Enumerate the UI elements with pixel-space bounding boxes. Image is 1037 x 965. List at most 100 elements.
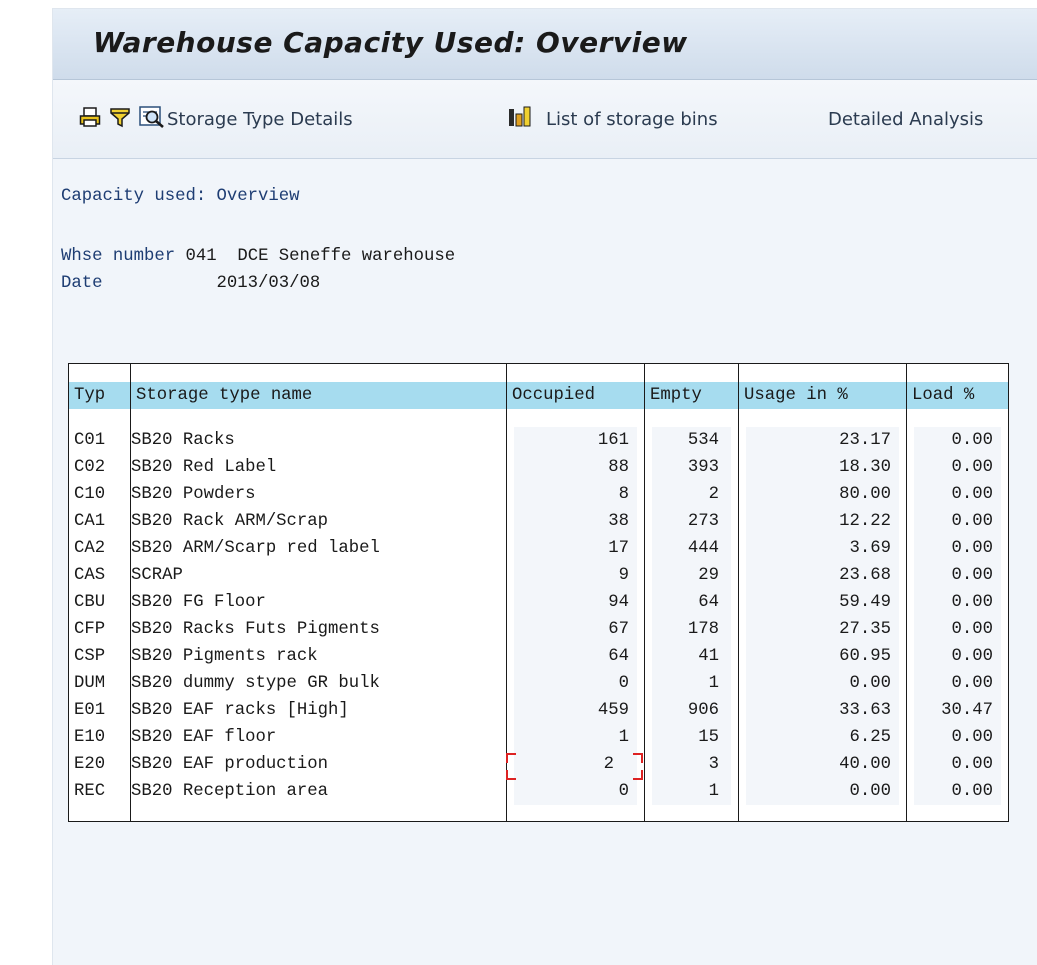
cell-load[interactable]: 0.00 [914,427,1001,454]
table-row[interactable]: CBU SB20 FG Floor 94 64 59.49 0.00 [69,589,1008,616]
cell-occupied[interactable]: 2 [506,751,643,780]
cell-empty[interactable]: 29 [652,562,731,589]
cell-usage[interactable]: 23.17 [746,427,899,454]
cell-storage-type-name[interactable]: SB20 EAF floor [131,724,506,751]
cell-empty[interactable]: 2 [652,481,731,508]
cell-typ[interactable]: CBU [74,589,130,616]
cell-occupied[interactable]: 459 [514,697,637,724]
cell-storage-type-name[interactable]: SB20 Rack ARM/Scrap [131,508,506,535]
cell-usage[interactable]: 18.30 [746,454,899,481]
cell-typ[interactable]: CA2 [74,535,130,562]
cell-usage[interactable]: 40.00 [746,751,899,778]
cell-occupied[interactable]: 38 [514,508,637,535]
table-row[interactable]: C10 SB20 Powders 8 2 80.00 0.00 [69,481,1008,508]
cell-empty[interactable]: 393 [652,454,731,481]
cell-load[interactable]: 0.00 [914,535,1001,562]
cell-typ[interactable]: CA1 [74,508,130,535]
table-row[interactable]: CA2 SB20 ARM/Scarp red label 17 444 3.69 0.00 [69,535,1008,562]
cell-typ[interactable]: E01 [74,697,130,724]
print-button[interactable] [79,106,101,132]
table-row[interactable]: CAS SCRAP 9 29 23.68 0.00 [69,562,1008,589]
selected-cell-value[interactable]: 2 [521,751,622,778]
cell-typ[interactable]: E20 [74,751,130,778]
cell-storage-type-name[interactable]: SB20 ARM/Scarp red label [131,535,506,562]
cell-empty[interactable]: 15 [652,724,731,751]
cell-empty[interactable]: 1 [652,670,731,697]
cell-storage-type-name[interactable]: SB20 dummy stype GR bulk [131,670,506,697]
table-row[interactable]: E20 SB20 EAF production 2 3 40.00 0.00 [69,751,1008,780]
filter-button[interactable] [109,106,131,132]
table-row[interactable]: DUM SB20 dummy stype GR bulk 0 1 0.00 0.00 [69,670,1008,697]
cell-empty[interactable]: 1 [652,778,731,805]
cell-load[interactable]: 0.00 [914,454,1001,481]
cell-occupied[interactable]: 8 [514,481,637,508]
cell-typ[interactable]: CSP [74,643,130,670]
cell-load[interactable]: 30.47 [914,697,1001,724]
cell-empty[interactable]: 178 [652,616,731,643]
cell-empty[interactable]: 64 [652,589,731,616]
cell-usage[interactable]: 12.22 [746,508,899,535]
cell-storage-type-name[interactable]: SB20 Racks [131,427,506,454]
cell-storage-type-name[interactable]: SB20 EAF racks [High] [131,697,506,724]
cell-load[interactable]: 0.00 [914,562,1001,589]
cell-empty[interactable]: 41 [652,643,731,670]
table-row[interactable]: REC SB20 Reception area 0 1 0.00 0.00 [69,778,1008,805]
cell-load[interactable]: 0.00 [914,508,1001,535]
cell-occupied[interactable]: 9 [514,562,637,589]
cell-usage[interactable]: 60.95 [746,643,899,670]
cell-usage[interactable]: 3.69 [746,535,899,562]
table-row[interactable]: CA1 SB20 Rack ARM/Scrap 38 273 12.22 0.00 [69,508,1008,535]
cell-storage-type-name[interactable]: SB20 FG Floor [131,589,506,616]
storage-type-details-button[interactable]: Storage Type Details [139,105,353,132]
cell-storage-type-name[interactable]: SB20 Reception area [131,778,506,805]
column-header-empty[interactable]: Empty [645,382,739,409]
table-row[interactable]: CFP SB20 Racks Futs Pigments 67 178 27.35 0.0… [69,616,1008,643]
cell-load[interactable]: 0.00 [914,778,1001,805]
cell-occupied[interactable]: 161 [514,427,637,454]
cell-occupied[interactable]: 1 [514,724,637,751]
table-row[interactable]: C01 SB20 Racks 161 534 23.17 0.00 [69,427,1008,454]
cell-storage-type-name[interactable]: SB20 Pigments rack [131,643,506,670]
cell-occupied[interactable]: 17 [514,535,637,562]
cell-load[interactable]: 0.00 [914,481,1001,508]
cell-occupied[interactable]: 94 [514,589,637,616]
cell-typ[interactable]: C01 [74,427,130,454]
table-row[interactable]: E01 SB20 EAF racks [High] 459 906 33.63 30.47 [69,697,1008,724]
cell-storage-type-name[interactable]: SB20 Racks Futs Pigments [131,616,506,643]
cell-typ[interactable]: E10 [74,724,130,751]
cell-storage-type-name[interactable]: SB20 EAF production [131,751,506,778]
cell-empty[interactable]: 3 [652,751,731,778]
cell-usage[interactable]: 0.00 [746,670,899,697]
cell-typ[interactable]: REC [74,778,130,805]
cell-usage[interactable]: 80.00 [746,481,899,508]
cell-usage[interactable]: 0.00 [746,778,899,805]
cell-empty[interactable]: 444 [652,535,731,562]
cell-storage-type-name[interactable]: SB20 Red Label [131,454,506,481]
table-row[interactable]: CSP SB20 Pigments rack 64 41 60.95 0.00 [69,643,1008,670]
cell-load[interactable]: 0.00 [914,589,1001,616]
cell-typ[interactable]: DUM [74,670,130,697]
column-header-load[interactable]: Load % [907,382,1008,409]
cell-empty[interactable]: 906 [652,697,731,724]
column-header-usage[interactable]: Usage in % [739,382,907,409]
cell-load[interactable]: 0.00 [914,724,1001,751]
list-of-storage-bins-button[interactable]: List of storage bins [508,106,718,132]
cell-load[interactable]: 0.00 [914,751,1001,778]
column-header-storage-type-name[interactable]: Storage type name [131,382,507,409]
cell-empty[interactable]: 534 [652,427,731,454]
cell-typ[interactable]: C10 [74,481,130,508]
cell-usage[interactable]: 33.63 [746,697,899,724]
cell-typ[interactable]: CFP [74,616,130,643]
cell-occupied[interactable]: 0 [514,670,637,697]
cell-occupied[interactable]: 0 [514,778,637,805]
cell-storage-type-name[interactable]: SB20 Powders [131,481,506,508]
detailed-analysis-button[interactable]: Detailed Analysis [828,106,983,132]
table-row[interactable]: E10 SB20 EAF floor 1 15 6.25 0.00 [69,724,1008,751]
cell-typ[interactable]: CAS [74,562,130,589]
cell-storage-type-name[interactable]: SCRAP [131,562,506,589]
cell-load[interactable]: 0.00 [914,670,1001,697]
cell-occupied[interactable]: 88 [514,454,637,481]
column-header-occupied[interactable]: Occupied [507,382,645,409]
cell-occupied[interactable]: 67 [514,616,637,643]
cell-load[interactable]: 0.00 [914,616,1001,643]
